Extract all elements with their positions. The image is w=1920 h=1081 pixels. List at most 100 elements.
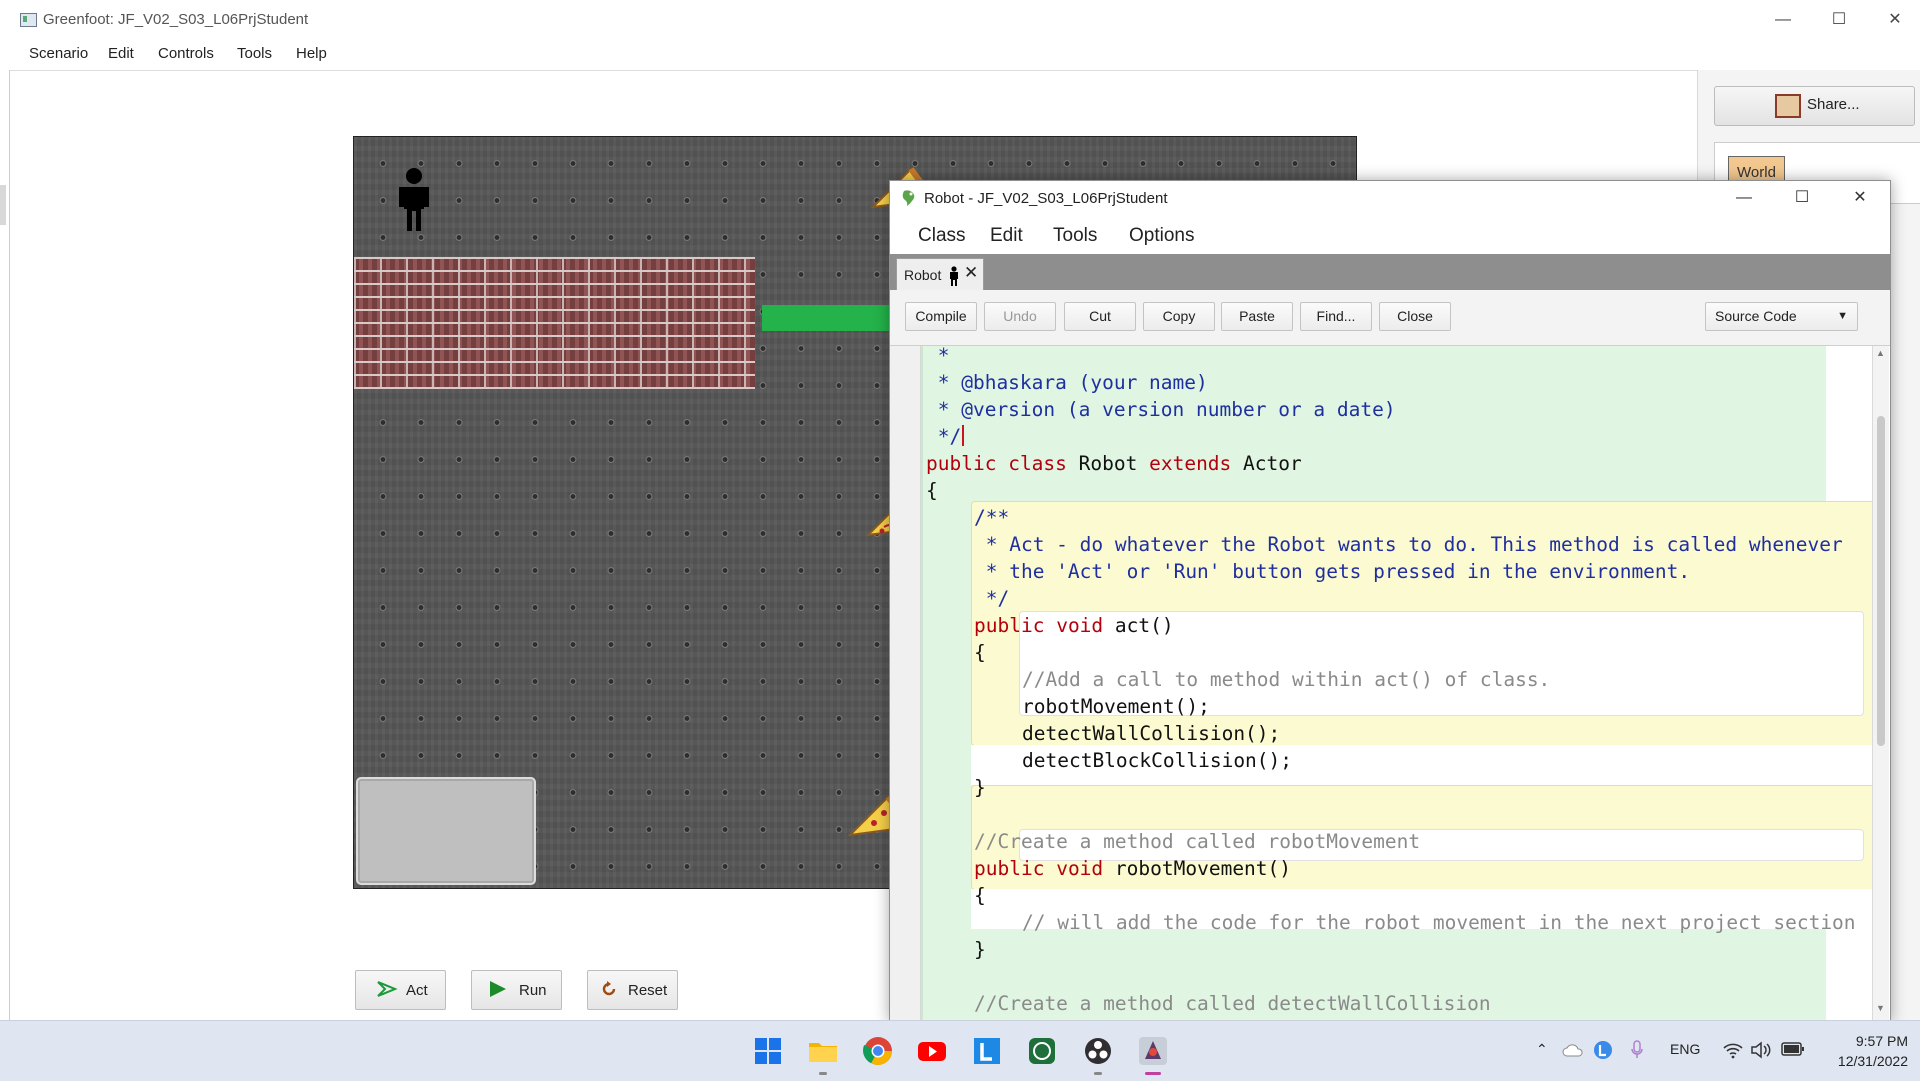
microphone-icon[interactable] <box>1630 1039 1644 1061</box>
keyword-token: extends <box>1149 452 1232 475</box>
compile-button[interactable]: Compile <box>905 302 977 331</box>
code-line: robotMovement(); <box>1022 695 1210 718</box>
close-editor-button[interactable]: Close <box>1379 302 1451 331</box>
main-menubar: Scenario Edit Controls Tools Help <box>10 40 1920 70</box>
reset-button[interactable]: Reset <box>587 970 678 1010</box>
editor-menu-edit[interactable]: Edit <box>990 225 1023 247</box>
code-comment: //Create a method called robotMovement <box>974 830 1421 853</box>
onedrive-icon[interactable] <box>1562 1043 1584 1057</box>
editor-maximize-button[interactable]: ☐ <box>1779 185 1825 211</box>
keyword-token: void <box>1056 857 1104 880</box>
robot-actor[interactable] <box>394 167 434 233</box>
chrome-icon[interactable] <box>862 1035 894 1067</box>
text-caret <box>962 425 965 446</box>
tab-close-icon[interactable]: ✕ <box>964 263 978 283</box>
file-explorer-icon[interactable] <box>807 1035 839 1067</box>
l-app-icon[interactable] <box>971 1035 1003 1067</box>
greenfoot-icon[interactable] <box>1137 1035 1169 1067</box>
menu-tools[interactable]: Tools <box>237 45 272 62</box>
menu-help[interactable]: Help <box>296 45 327 62</box>
editor-menu-options[interactable]: Options <box>1129 225 1194 247</box>
run-button[interactable]: Run <box>471 970 562 1010</box>
code-editor[interactable]: * * @bhaskara (your name) * @version (a … <box>890 346 1890 1021</box>
code-line: detectBlockCollision(); <box>1022 749 1293 772</box>
greenfoot-window-icon <box>20 13 37 27</box>
code-token: Robot <box>1078 452 1138 475</box>
editor-title: Robot - JF_V02_S03_L06PrjStudent <box>924 190 1168 207</box>
code-line: * Act - do whatever the Robot wants to d… <box>974 533 1843 556</box>
battery-icon[interactable] <box>1781 1041 1805 1057</box>
code-line: } <box>974 776 986 799</box>
obs-icon[interactable] <box>1082 1035 1114 1067</box>
cut-button[interactable]: Cut <box>1064 302 1136 331</box>
close-button[interactable]: ✕ <box>1872 6 1918 34</box>
code-line: /** <box>974 506 1010 529</box>
volume-icon[interactable] <box>1750 1041 1772 1059</box>
editor-minimize-button[interactable]: — <box>1721 185 1767 211</box>
start-icon[interactable] <box>752 1035 784 1067</box>
scroll-down-icon[interactable]: ▼ <box>1876 1003 1885 1013</box>
play-icon <box>490 981 506 997</box>
tray-overflow-icon[interactable]: ⌃ <box>1536 1041 1548 1058</box>
editor-titlebar: Robot - JF_V02_S03_L06PrjStudent — ☐ ✕ <box>890 181 1890 216</box>
code-comment: //Create a method called detectWallColli… <box>974 992 1491 1015</box>
main-window-title: Greenfoot: JF_V02_S03_L06PrjStudent <box>43 11 309 28</box>
main-window-titlebar: Greenfoot: JF_V02_S03_L06PrjStudent — ☐ … <box>0 0 1920 40</box>
editor-tab-strip: Robot ✕ <box>890 254 1890 291</box>
paste-button[interactable]: Paste <box>1221 302 1293 331</box>
scrollbar-thumb[interactable] <box>1877 416 1885 746</box>
scroll-up-icon[interactable]: ▲ <box>1876 348 1885 358</box>
minimize-button[interactable]: — <box>1760 6 1806 34</box>
tab-robot[interactable]: Robot ✕ <box>896 258 984 291</box>
code-token: Actor <box>1243 452 1302 475</box>
act-button[interactable]: Act <box>355 970 446 1010</box>
code-line: } <box>974 938 986 961</box>
act-label: Act <box>406 982 428 999</box>
view-mode-select[interactable]: Source Code ▼ <box>1705 302 1858 331</box>
code-line: */ <box>974 587 1010 610</box>
menu-scenario[interactable]: Scenario <box>29 45 88 62</box>
share-button[interactable]: Share... <box>1714 86 1915 126</box>
copy-button[interactable]: Copy <box>1143 302 1215 331</box>
tab-robot-label: Robot <box>904 267 942 283</box>
keyword-token: void <box>1056 614 1104 637</box>
code-comment: //Add a call to method within act() of c… <box>1022 668 1551 691</box>
editor-close-button[interactable]: ✕ <box>1837 185 1883 211</box>
language-indicator[interactable]: ENG <box>1670 1041 1700 1057</box>
undo-button[interactable]: Undo <box>984 302 1056 331</box>
code-line: { <box>926 479 938 502</box>
code-line: { <box>974 641 986 664</box>
wifi-icon[interactable] <box>1722 1041 1744 1059</box>
maximize-button[interactable]: ☐ <box>1816 6 1862 34</box>
youtube-icon[interactable] <box>916 1035 948 1067</box>
menu-edit[interactable]: Edit <box>108 45 134 62</box>
taskbar: ⌃ ENG 9:57 PM 12/31/2022 <box>0 1020 1920 1081</box>
menubar-divider <box>9 70 1920 71</box>
act-arrow-icon <box>377 981 398 997</box>
code-line: * the 'Act' or 'Run' button gets pressed… <box>974 560 1691 583</box>
system-clock[interactable]: 9:57 PM 12/31/2022 <box>1818 1031 1908 1071</box>
code-line: * <box>926 346 950 367</box>
reset-icon <box>602 981 616 996</box>
code-line: */ <box>926 423 965 450</box>
share-label: Share... <box>1807 96 1860 113</box>
robot-editor-window: Robot - JF_V02_S03_L06PrjStudent — ☐ ✕ C… <box>889 180 1891 1022</box>
menu-controls[interactable]: Controls <box>158 45 214 62</box>
share-icon <box>1775 94 1801 118</box>
editor-toolbar: Compile Undo Cut Copy Paste Find... Clos… <box>890 290 1890 346</box>
find-button[interactable]: Find... <box>1300 302 1372 331</box>
app-tray-icon[interactable] <box>1593 1040 1613 1060</box>
view-mode-label: Source Code <box>1715 308 1797 324</box>
vertical-scrollbar[interactable]: ▲ ▼ <box>1872 346 1889 1021</box>
whatsapp-icon[interactable] <box>1026 1035 1058 1067</box>
code-line: detectWallCollision(); <box>1022 722 1281 745</box>
editor-menu-tools[interactable]: Tools <box>1053 225 1097 247</box>
block-actor[interactable] <box>356 777 536 885</box>
editor-menu-class[interactable]: Class <box>918 225 966 247</box>
